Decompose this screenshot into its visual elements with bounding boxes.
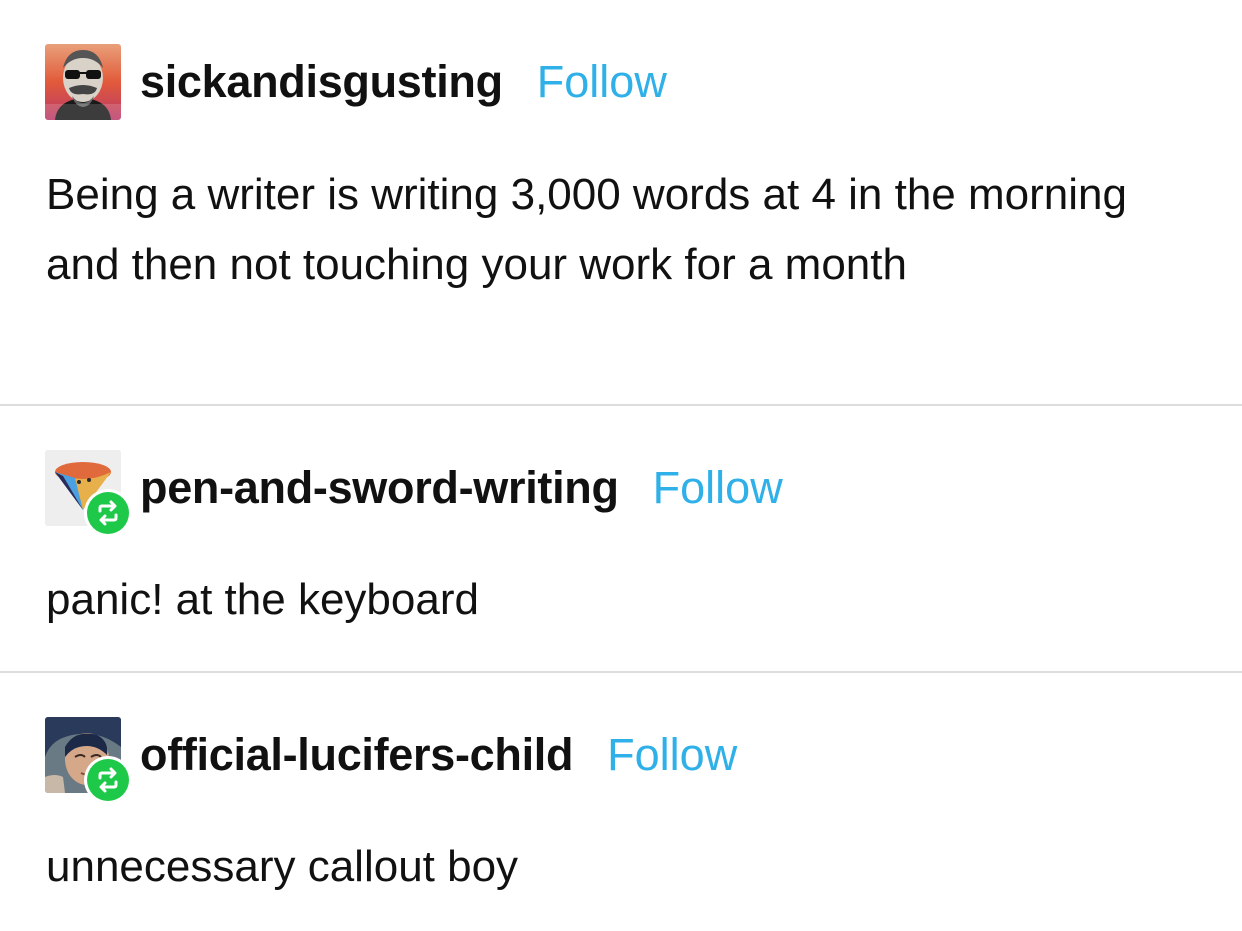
username[interactable]: official-lucifers-child [140, 729, 573, 781]
post-header: sickandisgusting Follow [45, 44, 667, 120]
username[interactable]: pen-and-sword-writing [140, 462, 619, 514]
avatar[interactable] [45, 717, 132, 804]
reblog-badge [84, 756, 132, 804]
post-text: panic! at the keyboard [46, 575, 479, 624]
reblog-badge [84, 489, 132, 537]
post-divider [0, 671, 1242, 673]
post-text: unnecessary callout boy [46, 842, 519, 891]
follow-button[interactable]: Follow [607, 729, 737, 781]
post-text: Being a writer is writing 3,000 words at… [46, 170, 1127, 289]
username[interactable]: sickandisgusting [140, 56, 503, 108]
reblog-icon [87, 492, 129, 534]
post-header: pen-and-sword-writing Follow [45, 450, 783, 537]
avatar[interactable] [45, 450, 132, 537]
sunglasses-man-avatar-icon [45, 44, 121, 120]
avatar[interactable] [45, 44, 121, 120]
post-divider [0, 404, 1242, 406]
post-header: official-lucifers-child Follow [45, 717, 737, 804]
follow-button[interactable]: Follow [653, 462, 783, 514]
reblog-icon [87, 759, 129, 801]
follow-button[interactable]: Follow [537, 56, 667, 108]
